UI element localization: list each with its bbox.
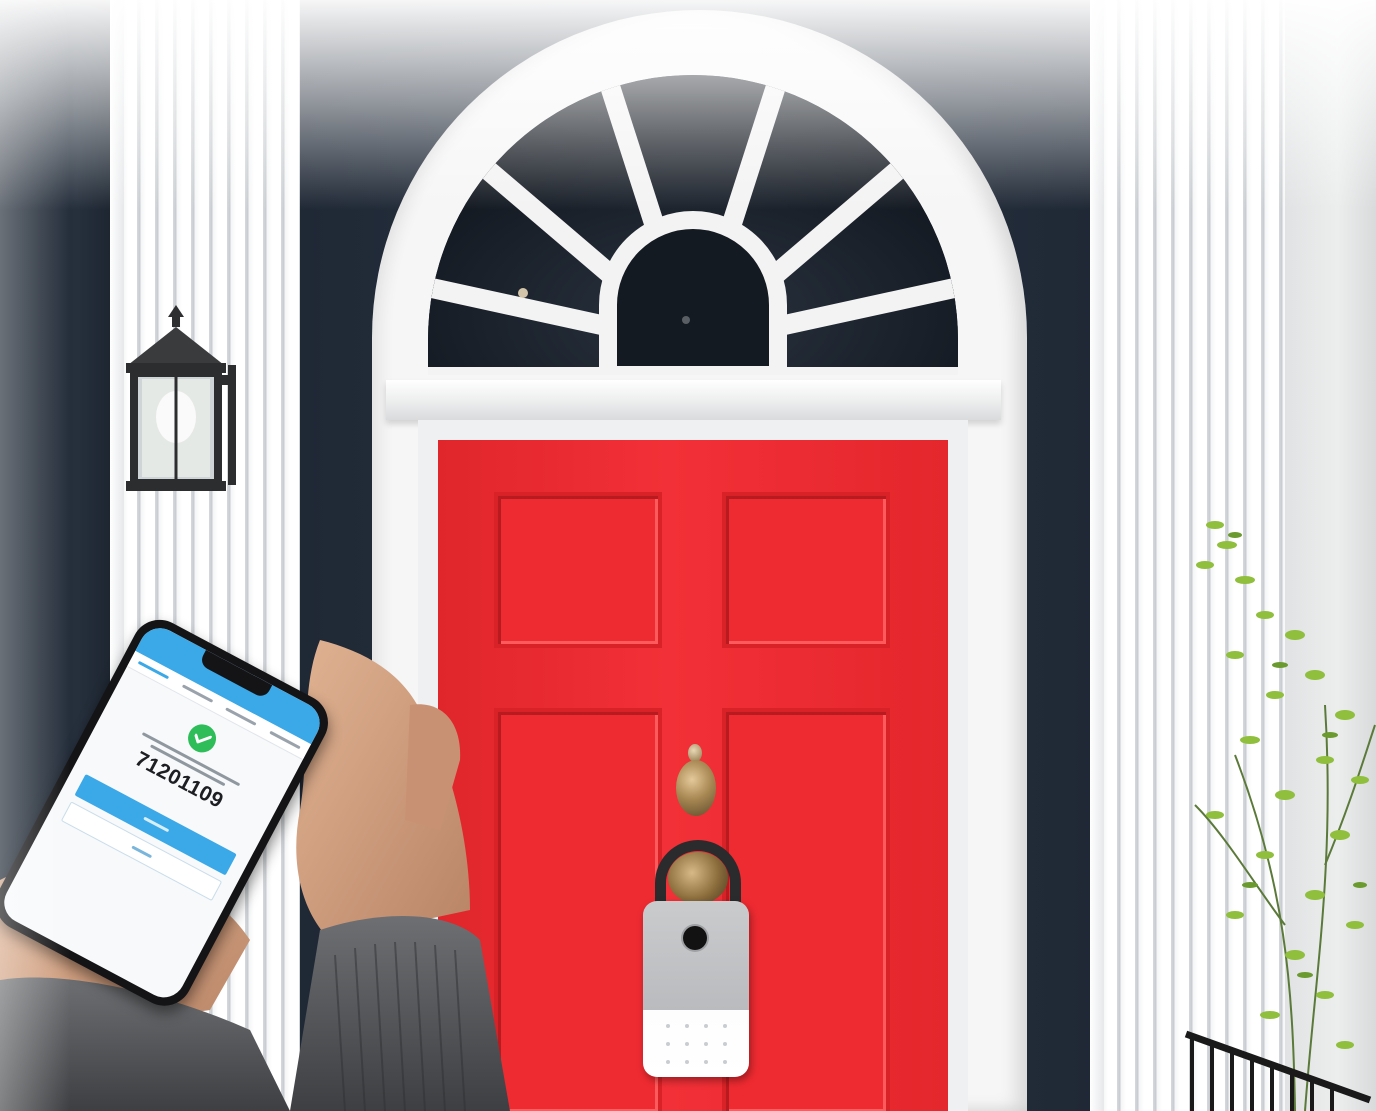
- door-panel: [726, 496, 886, 644]
- lion-door-knocker: [676, 760, 716, 816]
- door-knob: [668, 852, 728, 904]
- wall-lantern: [126, 305, 236, 491]
- check-icon: [183, 719, 221, 758]
- door-lintel: [386, 380, 1001, 420]
- fingerprint-sensor-icon: [683, 926, 707, 950]
- top-white-fade: [0, 0, 1376, 210]
- left-white-fade: [0, 0, 70, 1111]
- generated-password: 71201109: [131, 747, 228, 813]
- keypad-icon: [661, 1019, 731, 1069]
- product-photo: 71201109: [0, 0, 1376, 1111]
- smart-key-lockbox: [643, 901, 749, 1077]
- stair-railing: [1184, 1030, 1372, 1111]
- door-panel: [726, 712, 886, 1111]
- potted-plant: [1194, 521, 1376, 1111]
